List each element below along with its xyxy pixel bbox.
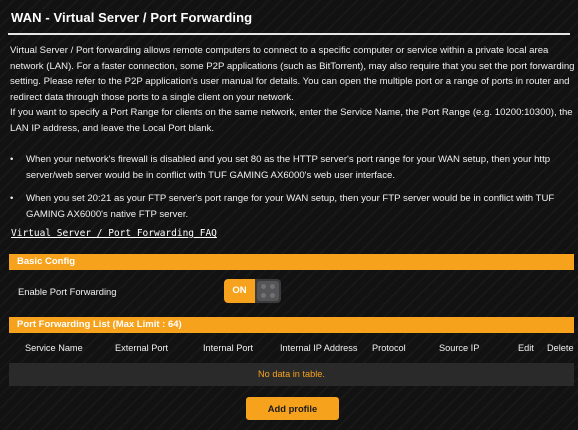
column-header-source-ip: Source IP: [439, 343, 480, 353]
bullet-icon: •: [10, 154, 14, 165]
note-item: • When your network's firewall is disabl…: [10, 152, 576, 183]
note-item: • When you set 20:21 as your FTP server'…: [10, 191, 576, 222]
column-header-delete: Delete: [547, 343, 574, 353]
column-header-external-port: External Port: [115, 343, 169, 353]
note-list: • When your network's firewall is disabl…: [10, 152, 576, 230]
port-forwarding-list-header: Port Forwarding List (Max Limit : 64): [9, 317, 574, 333]
bullet-icon: •: [10, 193, 14, 205]
description-paragraph: Virtual Server / Port forwarding allows …: [10, 45, 575, 103]
title-divider: [8, 33, 570, 35]
basic-config-header: Basic Config: [9, 254, 574, 270]
add-profile-button[interactable]: Add profile: [246, 397, 339, 420]
table-header-row: Service Name External Port Internal Port…: [9, 337, 574, 361]
column-header-service-name: Service Name: [25, 343, 83, 353]
page-frame: WAN - Virtual Server / Port Forwarding V…: [0, 0, 578, 430]
note-text: When your network's firewall is disabled…: [26, 154, 551, 181]
column-header-protocol: Protocol: [372, 343, 406, 353]
empty-table-message: No data in table.: [9, 363, 574, 386]
enable-port-forwarding-label: Enable Port Forwarding: [18, 286, 117, 297]
faq-link[interactable]: Virtual Server / Port Forwarding FAQ: [11, 228, 217, 239]
description-paragraph: If you want to specify a Port Range for …: [10, 107, 573, 134]
note-text: When you set 20:21 as your FTP server's …: [26, 193, 555, 220]
page-title: WAN - Virtual Server / Port Forwarding: [11, 10, 253, 25]
toggle-knob-icon: [257, 281, 279, 301]
column-header-internal-ip: Internal IP Address: [280, 343, 358, 353]
port-forwarding-toggle[interactable]: ON: [224, 279, 281, 303]
toggle-on-label: ON: [224, 279, 255, 303]
column-header-edit: Edit: [518, 343, 534, 353]
description: Virtual Server / Port forwarding allows …: [10, 43, 576, 137]
column-header-internal-port: Internal Port: [203, 343, 254, 353]
enable-port-forwarding-row: Enable Port Forwarding ON: [9, 274, 574, 312]
